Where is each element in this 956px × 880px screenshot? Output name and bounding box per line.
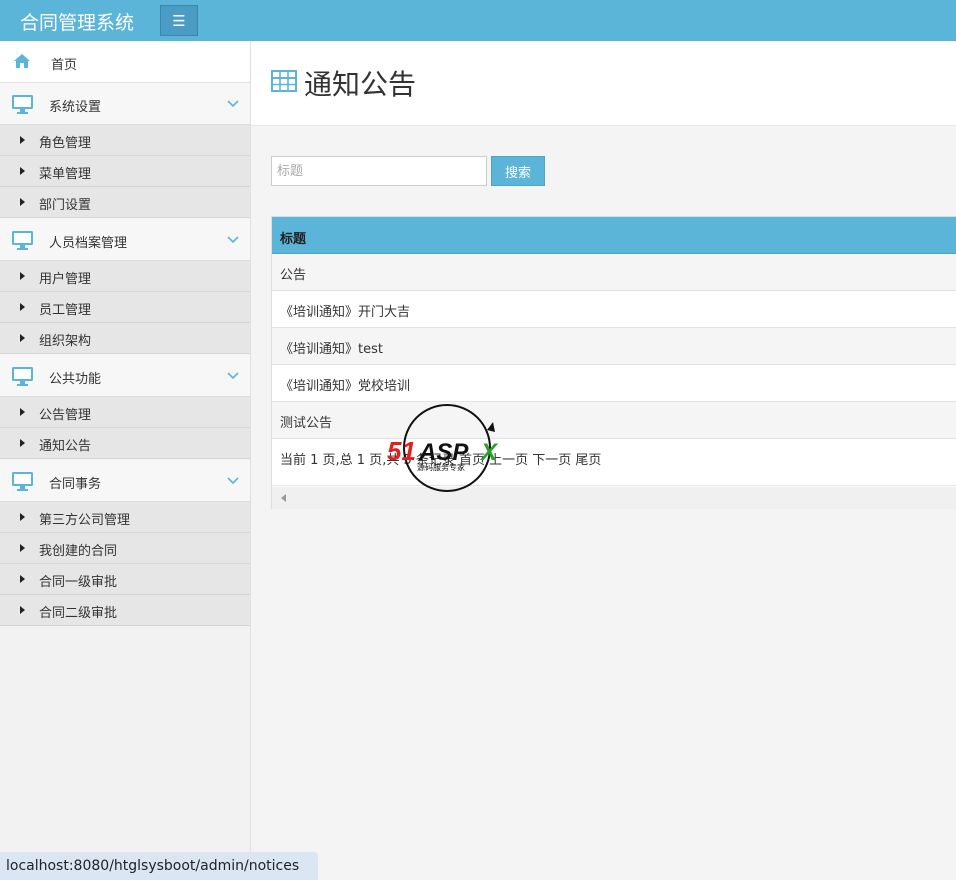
sidebar: 首页 系统设置 角色管理 菜单管理 部门设置 人员档案管理 用户管理 员工管理 … xyxy=(0,41,251,880)
sidebar-group-public-functions[interactable]: 公共功能 xyxy=(0,355,250,397)
sidebar-group-label: 合同事务 xyxy=(49,477,102,492)
caret-right-icon xyxy=(20,544,25,552)
sidebar-group-system-settings[interactable]: 系统设置 xyxy=(0,83,250,125)
sidebar-item-menu-management[interactable]: 菜单管理 xyxy=(0,156,250,187)
home-icon xyxy=(14,54,30,68)
sidebar-item-org-structure[interactable]: 组织架构 xyxy=(0,323,250,354)
table-header: 标题 xyxy=(272,217,956,254)
sidebar-item-notices[interactable]: 通知公告 xyxy=(0,428,250,459)
browser-status-url: localhost:8080/htglsysboot/admin/notices xyxy=(0,852,318,880)
sidebar-item-label: 员工管理 xyxy=(39,303,92,318)
content-header: 通知公告 xyxy=(251,41,956,126)
sidebar-item-label: 组织架构 xyxy=(39,334,92,349)
app-title[interactable]: 合同管理系统 xyxy=(20,8,134,35)
table-row[interactable]: 公告 xyxy=(272,254,956,291)
scroll-left-icon[interactable] xyxy=(281,494,286,502)
sidebar-item-my-contracts[interactable]: 我创建的合同 xyxy=(0,533,250,564)
sidebar-item-label: 第三方公司管理 xyxy=(39,513,131,528)
sidebar-item-user-management[interactable]: 用户管理 xyxy=(0,261,250,292)
column-header-title[interactable]: 标题 xyxy=(280,228,306,247)
sidebar-group-label: 系统设置 xyxy=(49,100,102,115)
monitor-icon xyxy=(12,95,33,114)
main-content: 搜索 标题 公告 《培训通知》开门大吉 《培训通知》test 《培训通知》党校培… xyxy=(251,126,956,880)
monitor-icon xyxy=(12,367,33,386)
monitor-icon xyxy=(12,231,33,250)
caret-right-icon xyxy=(20,513,25,521)
table-cell: 测试公告 xyxy=(280,416,333,431)
sidebar-item-role-management[interactable]: 角色管理 xyxy=(0,125,250,156)
chevron-down-icon xyxy=(227,477,239,485)
chevron-down-icon xyxy=(227,236,239,244)
sidebar-item-label: 用户管理 xyxy=(39,272,92,287)
page-title: 通知公告 xyxy=(304,68,417,101)
sidebar-item-label: 我创建的合同 xyxy=(39,544,118,559)
sidebar-item-home[interactable]: 首页 xyxy=(0,41,250,83)
top-navbar: 合同管理系统 ☰ xyxy=(0,0,956,41)
sidebar-group-label: 人员档案管理 xyxy=(49,236,128,251)
menu-toggle-button[interactable]: ☰ xyxy=(160,5,198,36)
sidebar-group-personnel-records[interactable]: 人员档案管理 xyxy=(0,219,250,261)
chevron-down-icon xyxy=(227,100,239,108)
sidebar-item-employee-management[interactable]: 员工管理 xyxy=(0,292,250,323)
caret-right-icon xyxy=(20,272,25,280)
sidebar-item-third-party-companies[interactable]: 第三方公司管理 xyxy=(0,502,250,533)
caret-right-icon xyxy=(20,198,25,206)
sidebar-item-label: 部门设置 xyxy=(39,198,92,213)
horizontal-scrollbar[interactable] xyxy=(272,487,956,509)
hamburger-icon: ☰ xyxy=(172,11,186,30)
table-row[interactable]: 测试公告 xyxy=(272,402,956,439)
table-row[interactable]: 《培训通知》开门大吉 xyxy=(272,291,956,328)
pagination: 当前 1 页,总 1 页,共 5 条记录 首页 上一页 下一页 尾页 xyxy=(272,439,956,486)
caret-right-icon xyxy=(20,334,25,342)
sidebar-group-label: 公共功能 xyxy=(49,372,102,387)
table-icon xyxy=(271,70,297,92)
monitor-icon xyxy=(12,472,33,491)
sidebar-item-label: 通知公告 xyxy=(39,439,92,454)
sidebar-item-label: 合同二级审批 xyxy=(39,606,118,621)
sidebar-item-department-settings[interactable]: 部门设置 xyxy=(0,187,250,218)
table-cell: 《培训通知》党校培训 xyxy=(280,379,411,394)
table-row[interactable]: 《培训通知》test xyxy=(272,328,956,365)
pagination-text[interactable]: 当前 1 页,总 1 页,共 5 条记录 首页 上一页 下一页 尾页 xyxy=(280,449,601,468)
caret-right-icon xyxy=(20,575,25,583)
sidebar-item-announcement-management[interactable]: 公告管理 xyxy=(0,397,250,428)
sidebar-group-contract-affairs[interactable]: 合同事务 xyxy=(0,460,250,502)
sidebar-item-label: 菜单管理 xyxy=(39,167,92,182)
sidebar-item-second-level-approval[interactable]: 合同二级审批 xyxy=(0,595,250,626)
table-cell: 《培训通知》test xyxy=(280,342,383,357)
search-input[interactable] xyxy=(271,156,487,186)
caret-right-icon xyxy=(20,439,25,447)
table-cell: 《培训通知》开门大吉 xyxy=(280,305,411,320)
sidebar-item-first-level-approval[interactable]: 合同一级审批 xyxy=(0,564,250,595)
sidebar-item-label: 首页 xyxy=(51,58,78,73)
table-row[interactable]: 《培训通知》党校培训 xyxy=(272,365,956,402)
caret-right-icon xyxy=(20,167,25,175)
caret-right-icon xyxy=(20,136,25,144)
notices-table: 标题 公告 《培训通知》开门大吉 《培训通知》test 《培训通知》党校培训 测… xyxy=(271,216,956,509)
caret-right-icon xyxy=(20,303,25,311)
table-cell: 公告 xyxy=(280,268,307,283)
sidebar-item-label: 公告管理 xyxy=(39,408,92,423)
search-button[interactable]: 搜索 xyxy=(491,156,545,186)
caret-right-icon xyxy=(20,606,25,614)
chevron-down-icon xyxy=(227,372,239,380)
sidebar-item-label: 合同一级审批 xyxy=(39,575,118,590)
caret-right-icon xyxy=(20,408,25,416)
sidebar-item-label: 角色管理 xyxy=(39,136,92,151)
